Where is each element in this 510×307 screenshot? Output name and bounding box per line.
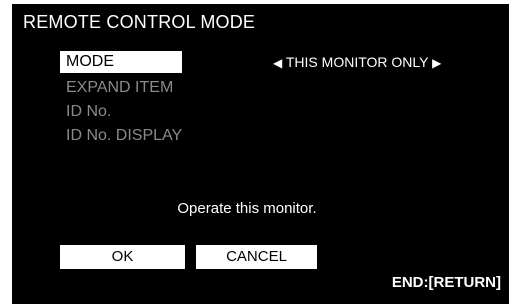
screen-title: REMOTE CONTROL MODE xyxy=(23,12,256,32)
mode-value: THIS MONITOR ONLY xyxy=(285,54,429,70)
menu-item-mode[interactable]: MODE xyxy=(60,51,182,73)
status-message: Operate this monitor. xyxy=(177,200,317,217)
triangle-right-icon[interactable]: ▶ xyxy=(432,52,441,74)
end-return-hint: END:[RETURN] xyxy=(391,274,501,291)
menu-item-id-no-display[interactable]: ID No. DISPLAY xyxy=(60,125,182,147)
menu-item-id-no[interactable]: ID No. xyxy=(60,101,111,123)
cancel-button[interactable]: CANCEL xyxy=(196,245,317,269)
mode-value-selector[interactable]: ◀ THIS MONITOR ONLY ▶ xyxy=(273,51,441,73)
triangle-left-icon[interactable]: ◀ xyxy=(273,52,282,74)
osd-panel: REMOTE CONTROL MODE MODE EXPAND ITEM ID … xyxy=(12,4,509,304)
ok-button[interactable]: OK xyxy=(60,245,185,269)
menu-item-expand-item[interactable]: EXPAND ITEM xyxy=(60,77,173,99)
